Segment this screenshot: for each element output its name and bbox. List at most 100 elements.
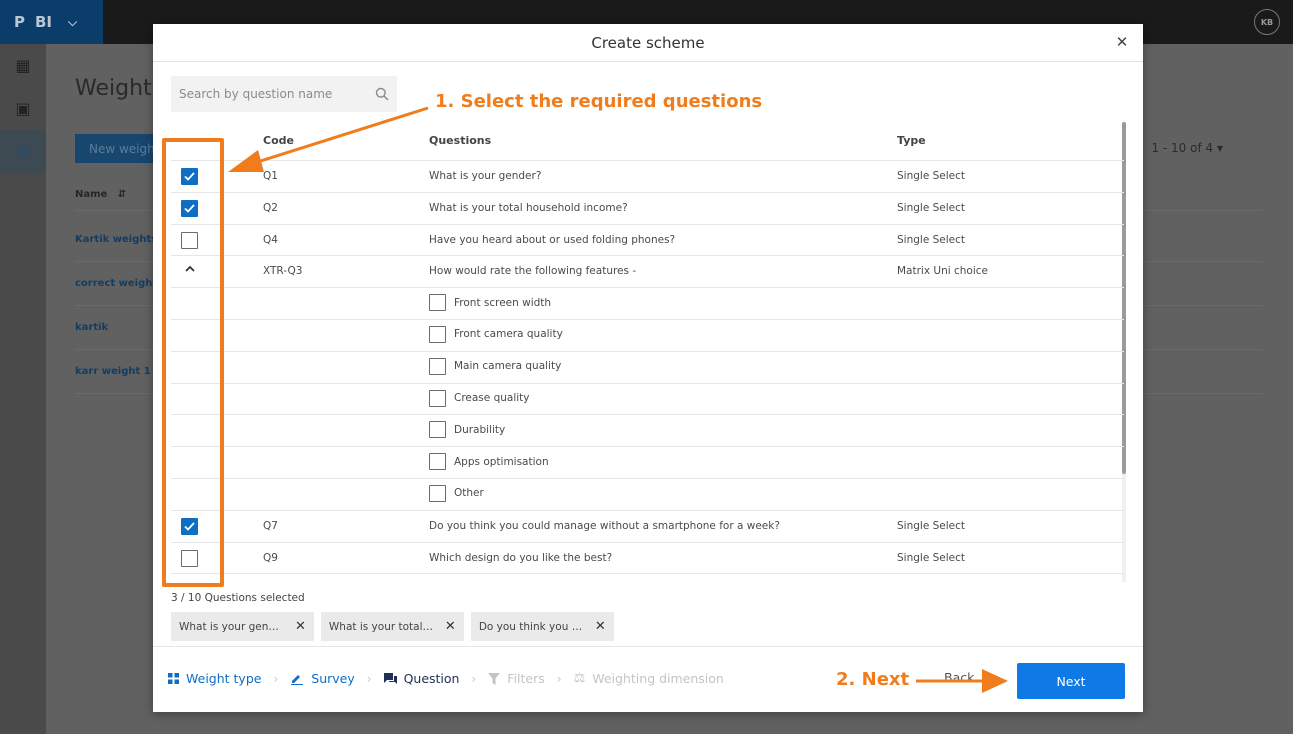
step-weighting-dimension[interactable]: ⚖ Weighting dimension bbox=[574, 671, 724, 686]
column-questions: Questions bbox=[429, 134, 492, 147]
chip-label: What is your gender? bbox=[179, 620, 285, 633]
sub-item: Front screen width bbox=[429, 294, 552, 312]
selected-chips: What is your gender? ✕ What is your tota… bbox=[171, 612, 614, 641]
avatar[interactable]: KB bbox=[1254, 9, 1280, 35]
row-question: Which design do you like the best? bbox=[429, 551, 613, 564]
table-row[interactable]: Q1 What is your gender? Single Select bbox=[171, 161, 1124, 193]
create-scheme-modal: Create scheme ✕ Code Questions Type Q1 W… bbox=[153, 24, 1143, 712]
row-code: Q7 bbox=[263, 519, 278, 532]
row-question: How would rate the following features - bbox=[429, 265, 637, 278]
scale-icon[interactable]: ⚖ bbox=[0, 130, 46, 173]
chevron-down-icon: ⌵ bbox=[68, 14, 78, 29]
row-type: Single Select bbox=[897, 201, 966, 214]
search-input[interactable] bbox=[179, 87, 375, 101]
selected-chip: What is your total h... ✕ bbox=[320, 612, 464, 641]
sub-item-row[interactable]: Main camera quality bbox=[171, 352, 1124, 384]
sub-item-label: Front camera quality bbox=[454, 328, 563, 341]
row-code: XTR-Q3 bbox=[263, 265, 303, 278]
column-code: Code bbox=[263, 134, 294, 147]
search-box bbox=[171, 76, 397, 112]
row-question: Do you think you could manage without a … bbox=[429, 519, 780, 532]
selected-chip: What is your gender? ✕ bbox=[171, 612, 314, 641]
close-icon[interactable]: ✕ bbox=[1113, 33, 1131, 51]
grid-icon bbox=[168, 673, 179, 684]
sub-item-checkbox[interactable] bbox=[429, 421, 446, 439]
row-code: Q4 bbox=[263, 233, 278, 246]
sub-item-row[interactable]: Durability bbox=[171, 415, 1124, 448]
sub-item-label: Crease quality bbox=[454, 392, 530, 405]
row-code: Q9 bbox=[263, 551, 278, 564]
chevron-right-icon: › bbox=[556, 671, 562, 686]
back-button[interactable]: Back bbox=[944, 670, 974, 685]
sub-item: Crease quality bbox=[429, 389, 530, 407]
row-type: Single Select bbox=[897, 551, 966, 564]
sub-item: Front camera quality bbox=[429, 325, 563, 343]
sub-item: Durability bbox=[429, 421, 506, 439]
dashboard-icon[interactable]: ▦ bbox=[0, 44, 46, 87]
sidebar: ▦ ▣ ⚖ bbox=[0, 44, 46, 734]
sub-item-checkbox[interactable] bbox=[429, 325, 446, 343]
sub-item-checkbox[interactable] bbox=[429, 389, 446, 407]
search-icon[interactable] bbox=[375, 87, 389, 101]
close-icon[interactable]: ✕ bbox=[595, 619, 606, 634]
scan-icon[interactable]: ▣ bbox=[0, 87, 46, 130]
edit-icon bbox=[291, 675, 304, 685]
table-header: Code Questions Type bbox=[171, 122, 1124, 161]
table-row[interactable]: correct weights bbox=[75, 278, 163, 289]
sub-item-label: Front screen width bbox=[454, 296, 552, 309]
table-row[interactable]: kartik bbox=[75, 322, 108, 333]
sub-item-label: Other bbox=[454, 487, 484, 500]
step-label: Filters bbox=[507, 671, 545, 686]
step-label: Survey bbox=[311, 671, 355, 686]
row-question: What is your gender? bbox=[429, 170, 542, 182]
sub-item-label: Main camera quality bbox=[454, 360, 562, 373]
step-label: Question bbox=[403, 671, 460, 686]
scale-icon: ⚖ bbox=[573, 671, 586, 686]
sub-item-checkbox[interactable] bbox=[429, 453, 446, 471]
sub-item: Other bbox=[429, 484, 484, 502]
pager[interactable]: 1 - 10 of 4 ▾ bbox=[1151, 141, 1223, 155]
sub-item-row[interactable]: Front screen width bbox=[171, 288, 1124, 320]
close-icon[interactable]: ✕ bbox=[295, 619, 306, 634]
column-type: Type bbox=[897, 134, 926, 147]
step-survey[interactable]: Survey bbox=[290, 671, 355, 686]
modal-title: Create scheme bbox=[591, 33, 705, 52]
row-question: What is your total household income? bbox=[429, 201, 628, 214]
table-row[interactable]: Q7 Do you think you could manage without… bbox=[171, 511, 1124, 543]
table-row[interactable]: XTR-Q3 How would rate the following feat… bbox=[171, 256, 1124, 289]
modal-header: Create scheme ✕ bbox=[153, 24, 1143, 62]
chevron-right-icon: › bbox=[366, 671, 372, 686]
row-type: Single Select bbox=[897, 519, 966, 532]
row-type: Single Select bbox=[897, 233, 966, 246]
sub-item-checkbox[interactable] bbox=[429, 294, 446, 312]
sub-item-label: Apps optimisation bbox=[454, 455, 549, 468]
step-weight-type[interactable]: Weight type bbox=[168, 671, 261, 686]
table-row[interactable]: Q9 Which design do you like the best? Si… bbox=[171, 543, 1124, 575]
sub-item-checkbox[interactable] bbox=[429, 484, 446, 502]
step-question[interactable]: Question bbox=[383, 671, 460, 686]
column-name[interactable]: Name ⇵ bbox=[75, 189, 126, 200]
chevron-right-icon: › bbox=[273, 671, 279, 686]
step-filters[interactable]: Filters bbox=[488, 671, 545, 686]
sub-item-checkbox[interactable] bbox=[429, 357, 446, 375]
close-icon[interactable]: ✕ bbox=[445, 619, 456, 634]
questions-table: Code Questions Type Q1 What is your gend… bbox=[171, 122, 1124, 582]
logo-icon: P bbox=[14, 13, 25, 31]
brand[interactable]: P BI ⌵ bbox=[0, 0, 103, 44]
new-weight-button[interactable]: New weight bbox=[75, 134, 161, 163]
sub-item-row[interactable]: Other bbox=[171, 479, 1124, 511]
sub-item: Main camera quality bbox=[429, 357, 562, 375]
step-label: Weighting dimension bbox=[592, 671, 724, 686]
row-code: Q2 bbox=[263, 201, 278, 214]
next-button[interactable]: Next bbox=[1017, 663, 1125, 699]
step-label: Weight type bbox=[186, 671, 262, 686]
sub-item-row[interactable]: Crease quality bbox=[171, 384, 1124, 416]
table-row[interactable]: karr weight 1 bbox=[75, 366, 151, 377]
sub-item-row[interactable]: Apps optimisation bbox=[171, 447, 1124, 479]
sub-item-row[interactable]: Front camera quality bbox=[171, 320, 1124, 352]
row-type: Single Select bbox=[897, 170, 966, 182]
sub-item-label: Durability bbox=[454, 423, 506, 436]
table-row[interactable]: Q2 What is your total household income? … bbox=[171, 193, 1124, 225]
chat-icon bbox=[383, 672, 397, 684]
table-row[interactable]: Q4 Have you heard about or used folding … bbox=[171, 225, 1124, 257]
